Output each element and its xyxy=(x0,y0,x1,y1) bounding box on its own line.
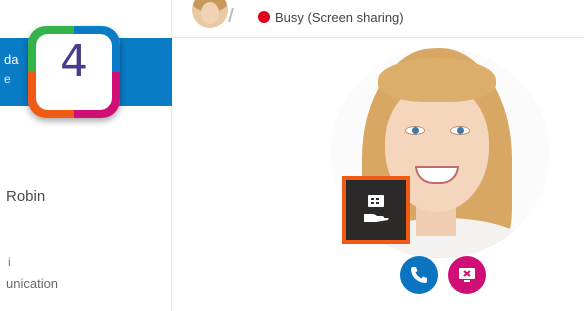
step-number: 4 xyxy=(60,36,88,87)
call-button[interactable] xyxy=(400,256,438,294)
presence-status: Busy (Screen sharing) xyxy=(275,10,404,25)
conversation-header: Busy (Screen sharing) xyxy=(172,0,584,38)
stop-screen-share-button[interactable] xyxy=(448,256,486,294)
list-item-subtext[interactable]: unication xyxy=(6,276,58,291)
selected-contact-name: da xyxy=(4,52,19,67)
step-number-badge: 4 xyxy=(28,26,120,118)
list-item-prefix: i xyxy=(8,255,11,269)
busy-status-icon xyxy=(258,11,270,23)
contact-avatar[interactable] xyxy=(192,0,228,28)
selected-contact-subtitle: e xyxy=(4,72,11,86)
stop-screen-share-icon xyxy=(459,268,475,282)
phone-icon xyxy=(411,267,427,283)
screen-share-hand-icon xyxy=(364,195,389,222)
screen-share-indicator[interactable] xyxy=(342,176,410,244)
contact-name-robin[interactable]: Robin xyxy=(6,188,45,205)
